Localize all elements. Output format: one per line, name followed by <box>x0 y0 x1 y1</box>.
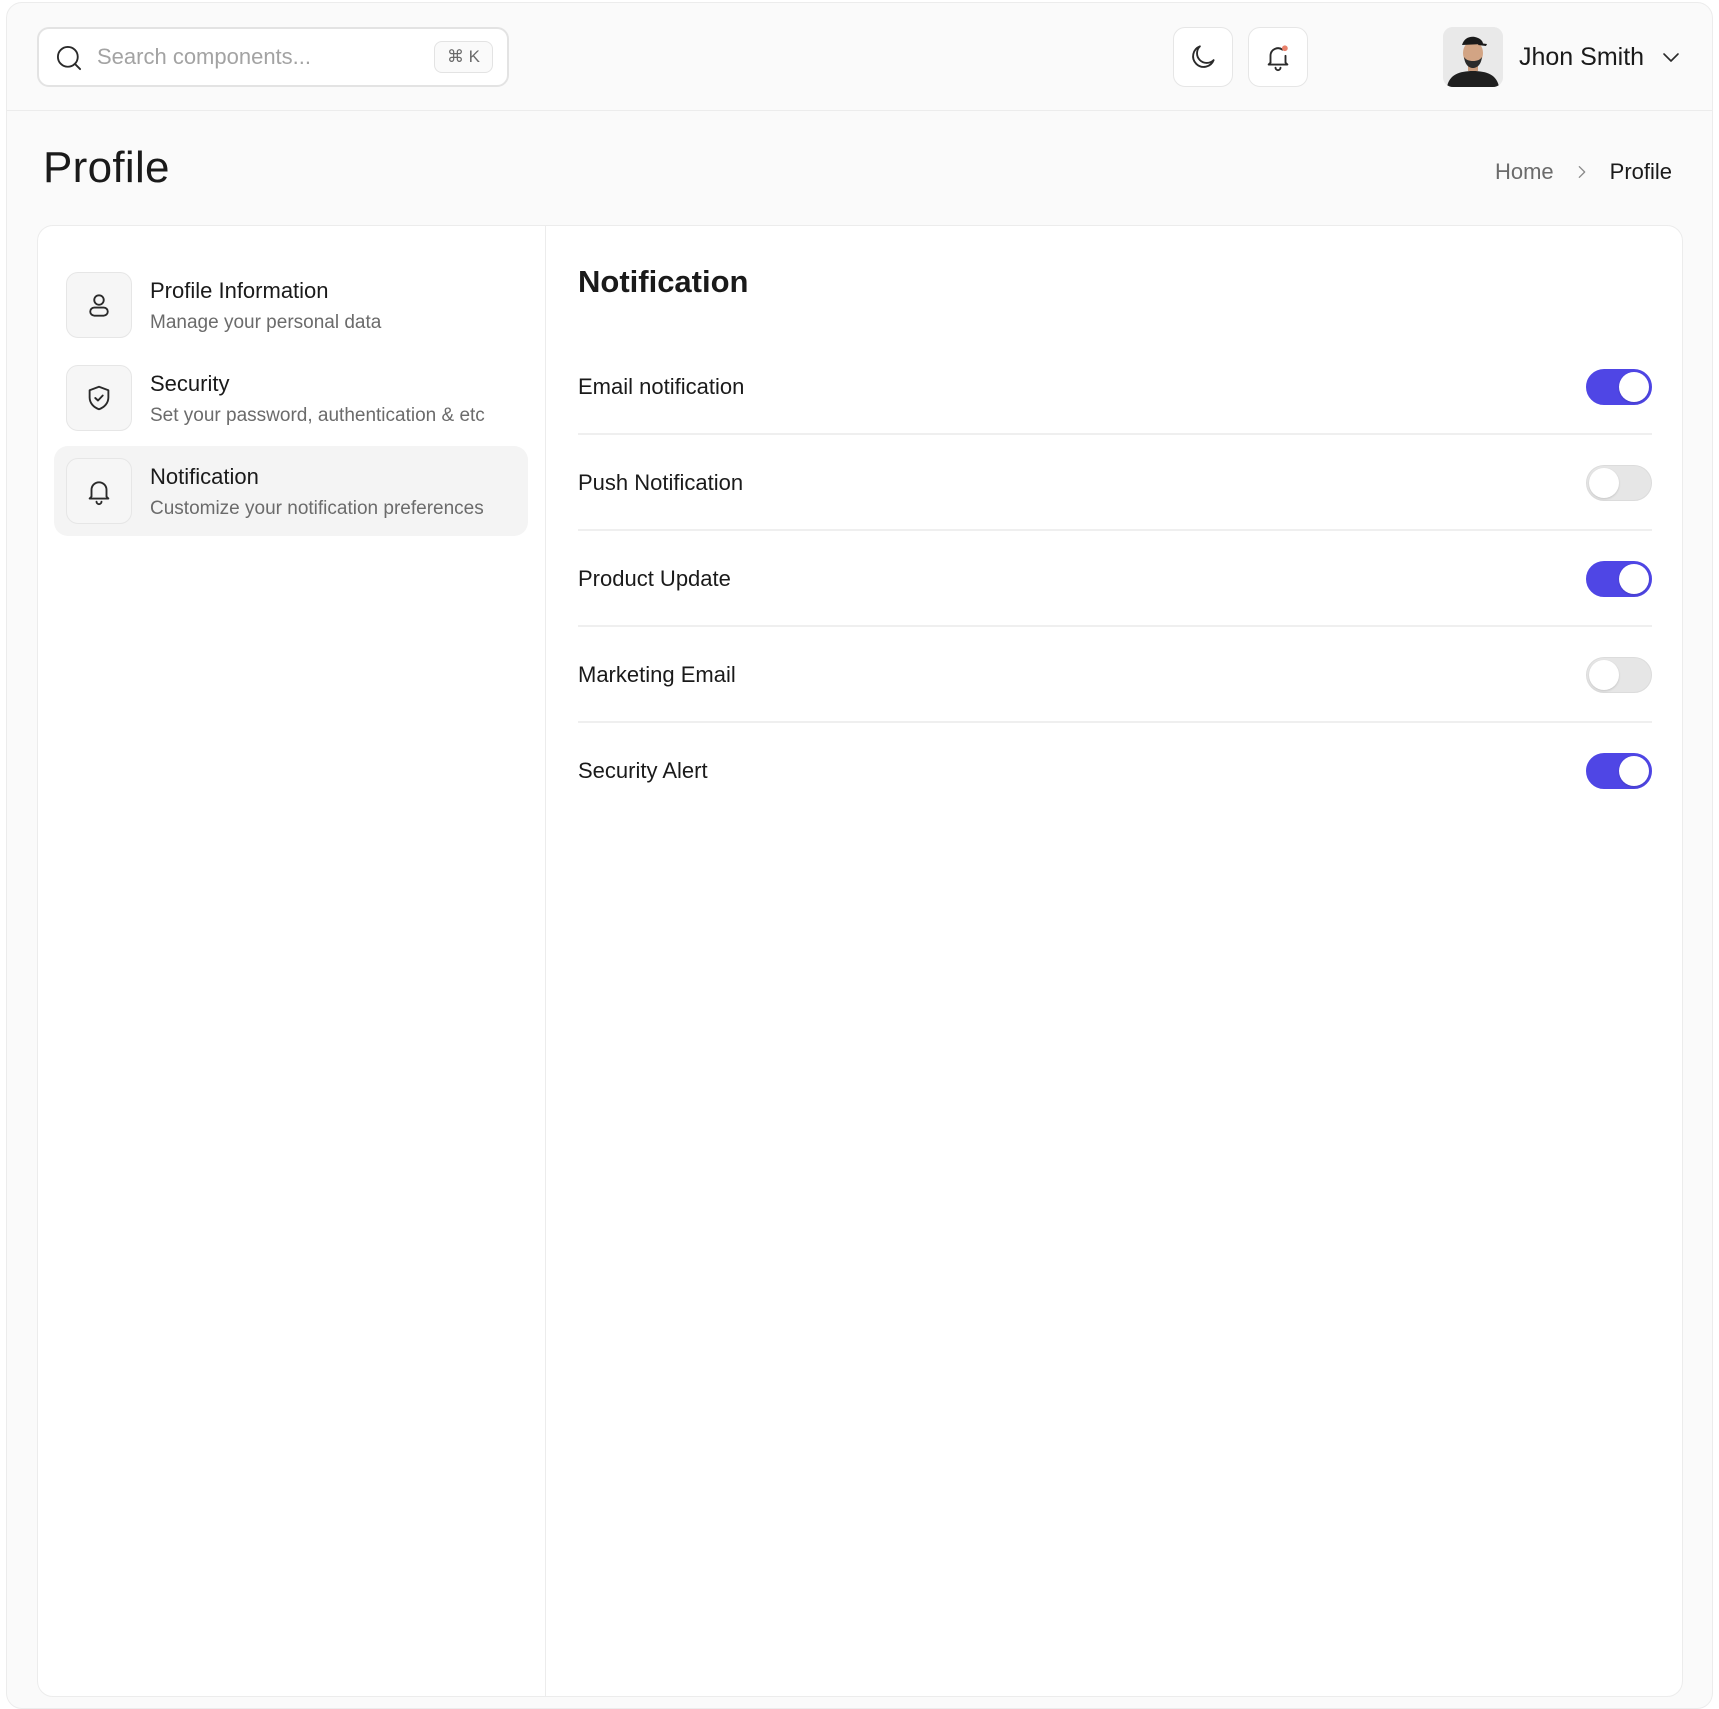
sidebar-item-security[interactable]: Security Set your password, authenticati… <box>54 353 528 443</box>
search-shortcut: ⌘ K <box>433 41 493 73</box>
toggle-knob <box>1619 756 1649 786</box>
setting-row-email-notification: Email notification <box>578 339 1652 435</box>
sidebar-item-notification[interactable]: Notification Customize your notification… <box>54 446 528 536</box>
moon-icon <box>1192 45 1215 68</box>
setting-row-security-alert: Security Alert <box>578 723 1652 819</box>
sidebar-item-subtitle: Set your password, authentication & etc <box>150 405 485 426</box>
user-name[interactable]: Jhon Smith <box>1519 27 1644 87</box>
app-frame: Search components... ⌘ K Jhon Smith Prof… <box>6 2 1713 1709</box>
marketing-email-toggle[interactable] <box>1586 657 1652 693</box>
search-icon <box>56 45 82 71</box>
bell-icon <box>88 481 110 506</box>
sidebar-item-title: Profile Information <box>150 278 329 303</box>
shield-check-icon <box>88 385 110 411</box>
setting-label: Security Alert <box>578 758 708 783</box>
sidebar-item-title: Security <box>150 371 230 396</box>
toggle-knob <box>1619 372 1649 402</box>
avatar-image <box>1443 27 1503 87</box>
toggle-knob <box>1619 564 1649 594</box>
theme-toggle-button[interactable] <box>1173 27 1233 87</box>
setting-label: Email notification <box>578 374 745 399</box>
search-box[interactable]: Search components... ⌘ K <box>37 27 509 87</box>
user-icon <box>89 294 109 317</box>
sidebar-item-profile-information[interactable]: Profile Information Manage your personal… <box>54 260 528 350</box>
setting-row-push-notification: Push Notification <box>578 435 1652 531</box>
search-input[interactable]: Search components... <box>97 29 311 85</box>
push-notification-toggle[interactable] <box>1586 465 1652 501</box>
setting-label: Product Update <box>578 566 731 591</box>
product-update-toggle[interactable] <box>1586 561 1652 597</box>
setting-row-marketing-email: Marketing Email <box>578 627 1652 723</box>
sidebar-item-subtitle: Customize your notification preferences <box>150 498 484 519</box>
notification-dot <box>1282 45 1288 52</box>
profile-card: Profile Information Manage your personal… <box>37 225 1683 1697</box>
breadcrumb-current: Profile <box>1609 159 1672 184</box>
setting-label: Marketing Email <box>578 662 736 687</box>
email-notification-toggle[interactable] <box>1586 369 1652 405</box>
bell-icon <box>1267 45 1289 72</box>
setting-label: Push Notification <box>578 470 744 495</box>
top-bar: Search components... ⌘ K Jhon Smith <box>7 3 1712 111</box>
chevron-right-icon <box>1578 166 1585 178</box>
notification-settings-panel: Notification Email notification Push Not… <box>578 226 1652 1696</box>
settings-sidebar: Profile Information Manage your personal… <box>38 226 546 1696</box>
avatar[interactable] <box>1443 27 1503 87</box>
notifications-button[interactable] <box>1248 27 1308 87</box>
sidebar-item-subtitle: Manage your personal data <box>150 312 382 333</box>
sidebar-item-title: Notification <box>150 464 259 489</box>
breadcrumb: Home Profile <box>1495 159 1672 185</box>
toggle-knob <box>1589 468 1619 498</box>
breadcrumb-home-link[interactable]: Home <box>1495 159 1554 185</box>
chevron-down-icon[interactable] <box>1659 45 1683 69</box>
security-alert-toggle[interactable] <box>1586 753 1652 789</box>
toggle-knob <box>1589 660 1619 690</box>
setting-row-product-update: Product Update <box>578 531 1652 627</box>
page-title: Profile <box>43 143 170 192</box>
section-title: Notification <box>578 264 749 299</box>
